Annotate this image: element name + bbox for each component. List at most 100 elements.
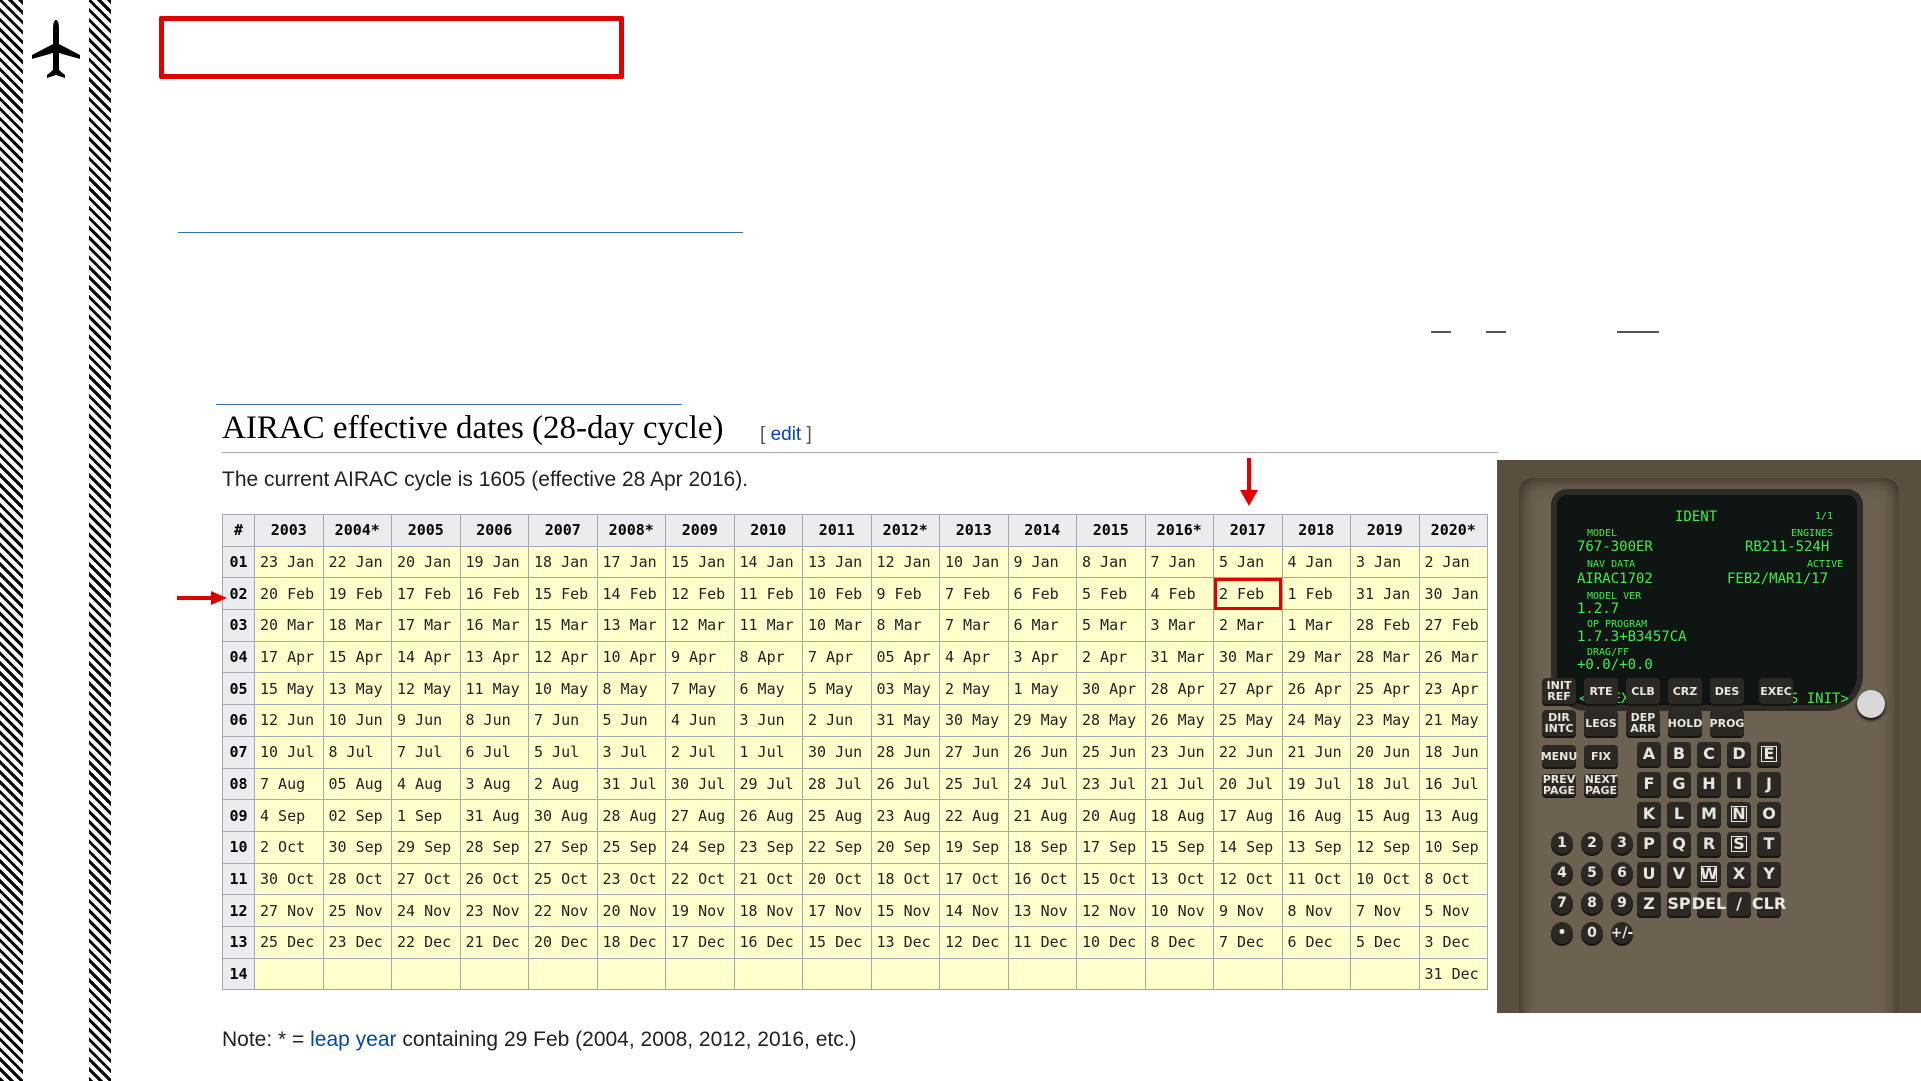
year-header: 2010: [733, 514, 803, 547]
date-cell: 13 Jan: [802, 545, 872, 579]
date-cell: 14 Apr: [391, 640, 461, 674]
date-cell: 12 Jan: [870, 545, 940, 579]
fmc-alpha-key: Y: [1757, 862, 1781, 886]
date-cell: 7 Jun: [528, 704, 598, 737]
date-cell: 31 Dec: [1418, 957, 1488, 991]
left-hatched-border: [0, 0, 23, 1081]
date-cell: [391, 957, 461, 991]
fmc-function-key: HOLD: [1668, 710, 1702, 736]
fmc-alpha-key: X: [1727, 862, 1751, 886]
date-cell: 28 Feb: [1350, 609, 1420, 642]
date-cell: 3 Aug: [459, 767, 529, 801]
date-cell: 18 Nov: [733, 894, 803, 927]
year-header: 2016*: [1144, 514, 1214, 547]
date-cell: 28 Oct: [322, 862, 392, 896]
date-cell: 15 Oct: [1076, 862, 1146, 896]
date-cell: 29 Sep: [391, 830, 461, 864]
fmc-value: +0.0/+0.0: [1577, 657, 1653, 673]
date-cell: 5 Jul: [528, 735, 598, 769]
date-cell: 30 Apr: [1076, 672, 1146, 706]
date-cell: 20 Sep: [870, 830, 940, 864]
date-cell: 26 May: [1144, 704, 1214, 737]
cycle-number-cell: 09: [222, 799, 255, 832]
date-cell: 13 Oct: [1144, 862, 1214, 896]
table-row: 12 27 Nov 25 Nov 24 Nov 23 Nov 22 Nov 20 Nov 19…: [222, 894, 1488, 927]
date-cell: 4 Apr: [939, 640, 1009, 674]
edit-link[interactable]: edit: [771, 424, 802, 445]
date-cell: [1144, 957, 1214, 991]
cycle-number-cell: 01: [222, 545, 255, 579]
date-cell: 23 Nov: [459, 894, 529, 927]
table-row: 01 23 Jan 22 Jan 20 Jan 19 Jan 18 Jan 17 Jan 15…: [222, 545, 1488, 579]
current-cycle-text: The current AIRAC cycle is 1605 (effecti…: [222, 468, 749, 491]
year-header: 2015: [1076, 514, 1146, 547]
date-cell: 10 Jun: [322, 704, 392, 737]
date-cell: 18 Jun: [1418, 735, 1488, 769]
date-cell: 27 Apr: [1213, 672, 1283, 706]
cycle-number-cell: 07: [222, 735, 255, 769]
date-cell: 15 Dec: [802, 925, 872, 959]
date-cell: 22 Aug: [939, 799, 1009, 832]
date-cell: 4 Feb: [1144, 577, 1214, 611]
highlighted-date-cell: 2 Feb: [1213, 577, 1283, 611]
date-cell: 19 Feb: [322, 577, 392, 611]
date-cell: 28 Sep: [459, 830, 529, 864]
date-cell: [733, 957, 803, 991]
date-cell: 5 Jan: [1213, 545, 1283, 579]
date-cell: 24 Nov: [391, 894, 461, 927]
date-cell: 23 Sep: [733, 830, 803, 864]
fmc-alpha-key: P: [1637, 832, 1661, 856]
date-cell: 31 Jan: [1350, 577, 1420, 611]
date-cell: 13 Mar: [596, 609, 666, 642]
date-cell: [939, 957, 1009, 991]
date-cell: 23 May: [1350, 704, 1420, 737]
date-cell: 16 Oct: [1007, 862, 1077, 896]
fmc-alpha-key: K: [1637, 802, 1661, 826]
date-cell: 6 May: [733, 672, 803, 706]
date-cell: 30 Jun: [802, 735, 872, 769]
airac-table: #2003 2004* 2005 2006 2007 2008* 2009 2010 2011 2…: [222, 514, 1488, 991]
edit-section: [ edit ]: [760, 424, 812, 445]
dash-mark: [1486, 331, 1506, 333]
date-cell: 3 Mar: [1144, 609, 1214, 642]
date-cell: 27 Nov: [254, 894, 324, 927]
date-cell: 25 Nov: [322, 894, 392, 927]
table-row: 07 10 Jul 8 Jul 7 Jul 6 Jul 5 Jul 3 Jul 2 Jul 1 …: [222, 735, 1488, 769]
date-cell: 15 Feb: [528, 577, 598, 611]
cycle-number-cell: 11: [222, 862, 255, 896]
date-cell: 27 Sep: [528, 830, 598, 864]
fmc-alpha-key: A: [1637, 742, 1661, 766]
date-cell: 23 Dec: [322, 925, 392, 959]
date-cell: 2 Apr: [1076, 640, 1146, 674]
section-heading: AIRAC effective dates (28-day cycle): [222, 410, 724, 446]
right-hatched-border: [89, 0, 111, 1081]
fmc-alpha-key: M: [1697, 802, 1721, 826]
fmc-title: IDENT: [1675, 509, 1718, 525]
date-cell: 20 Feb: [254, 577, 324, 611]
fmc-alpha-key: T: [1757, 832, 1781, 856]
table-row: 10 2 Oct 30 Sep 29 Sep 28 Sep 27 Sep 25 Sep 24 …: [222, 830, 1488, 864]
fmc-function-key: CRZ: [1668, 678, 1702, 704]
date-cell: 15 May: [254, 672, 324, 706]
date-cell: 6 Jul: [459, 735, 529, 769]
date-cell: 21 Oct: [733, 862, 803, 896]
fmc-value: RB211-524H: [1745, 539, 1830, 555]
date-cell: 17 Feb: [391, 577, 461, 611]
date-cell: 18 Oct: [870, 862, 940, 896]
date-cell: 21 Dec: [459, 925, 529, 959]
date-cell: 8 Jun: [459, 704, 529, 737]
date-cell: 3 Dec: [1418, 925, 1488, 959]
cycle-number-cell: 05: [222, 672, 255, 706]
date-cell: 14 Nov: [939, 894, 1009, 927]
table-row: 06 12 Jun 10 Jun 9 Jun 8 Jun 7 Jun 5 Jun 4 Jun 3…: [222, 704, 1488, 737]
date-cell: 24 Jul: [1007, 767, 1077, 801]
date-cell: 15 Mar: [528, 609, 598, 642]
date-cell: 9 Jan: [1007, 545, 1077, 579]
leap-year-link[interactable]: leap year: [310, 1028, 396, 1051]
date-cell: 15 Jan: [665, 545, 735, 579]
fmc-digit-key: 5: [1581, 862, 1603, 884]
date-cell: 28 Jun: [870, 735, 940, 769]
fmc-digit-key: 8: [1581, 892, 1603, 914]
year-header: 2014: [1007, 514, 1077, 547]
fmc-alpha-key: H: [1697, 772, 1721, 796]
